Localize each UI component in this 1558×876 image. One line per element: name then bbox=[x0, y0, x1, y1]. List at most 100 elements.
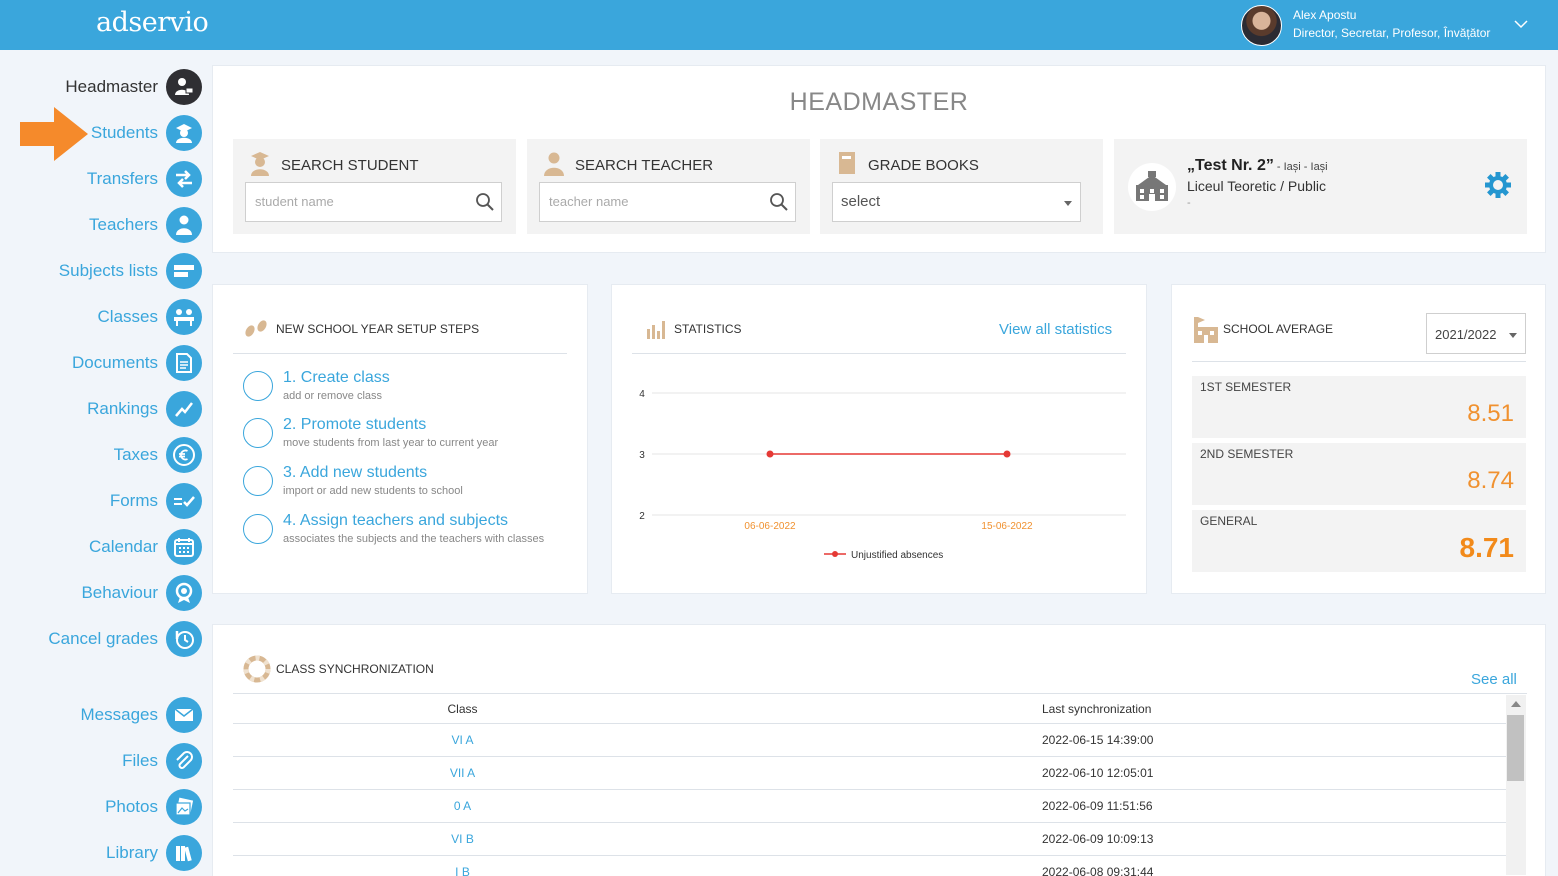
table-row: VII A 2022-06-10 12:05:01 bbox=[233, 755, 1507, 789]
school-building-icon bbox=[1128, 163, 1176, 211]
user-roles: Director, Secretar, Profesor, Învățător bbox=[1293, 26, 1491, 40]
sidebar-item-photos[interactable]: Photos bbox=[105, 787, 202, 827]
step-description: move students from last year to current … bbox=[283, 437, 499, 449]
view-all-statistics-link[interactable]: View all statistics bbox=[999, 321, 1112, 338]
legend-marker bbox=[832, 551, 838, 557]
last-sync-cell: 2022-06-08 09:31:44 bbox=[692, 854, 1507, 876]
books-icon bbox=[166, 835, 202, 871]
table-header-row: Class Last synchronization bbox=[233, 695, 1507, 723]
caret-down-icon bbox=[1064, 201, 1072, 206]
sidebar-item-taxes[interactable]: Taxes bbox=[114, 435, 202, 475]
school-year-select[interactable]: 2021/2022 bbox=[1426, 313, 1526, 354]
class-link[interactable]: VI A bbox=[451, 733, 473, 747]
table-scrollbar[interactable] bbox=[1506, 695, 1526, 875]
school-location: - Iași - Iași bbox=[1273, 161, 1328, 173]
class-link[interactable]: I B bbox=[455, 865, 470, 876]
step-description: import or add new students to school bbox=[283, 485, 463, 497]
semester-label: 1ST SEMESTER bbox=[1200, 380, 1292, 394]
step-title[interactable]: 3. Add new students bbox=[283, 464, 427, 482]
school-name: „Test Nr. 2” - Iași - Iași bbox=[1187, 157, 1328, 175]
bar-chart-icon bbox=[647, 321, 665, 339]
caret-down-icon bbox=[1509, 333, 1517, 338]
pointer-arrow-icon bbox=[20, 107, 88, 161]
last-sync-cell: 2022-06-09 11:51:56 bbox=[692, 788, 1507, 822]
sidebar-item-calendar[interactable]: Calendar bbox=[89, 527, 202, 567]
sidebar-item-forms[interactable]: Forms bbox=[110, 481, 202, 521]
app-logo[interactable]: adservio bbox=[96, 7, 209, 38]
sidebar-item-rankings[interactable]: Rankings bbox=[87, 389, 202, 429]
sidebar-item-headmaster[interactable]: Headmaster bbox=[65, 67, 202, 107]
headmaster-panel: HEADMASTER SEARCH STUDENT student name S… bbox=[212, 65, 1546, 253]
footsteps-icon bbox=[245, 320, 267, 337]
sidebar: Headmaster Students Transfers Teachers S… bbox=[0, 50, 212, 876]
table-row: I B 2022-06-08 09:31:44 bbox=[233, 854, 1507, 876]
user-name[interactable]: Alex Apostu bbox=[1293, 8, 1356, 22]
avatar[interactable] bbox=[1241, 5, 1282, 46]
chevron-down-icon[interactable] bbox=[1513, 16, 1529, 32]
list-icon bbox=[166, 253, 202, 289]
search-teacher-box: SEARCH TEACHER teacher name bbox=[527, 139, 810, 234]
sidebar-item-students[interactable]: Students bbox=[91, 113, 202, 153]
divider bbox=[233, 693, 1527, 694]
last-sync-cell: 2022-06-09 10:09:13 bbox=[692, 821, 1507, 855]
class-sync-title: CLASS SYNCHRONIZATION bbox=[276, 662, 434, 676]
step-title[interactable]: 1. Create class bbox=[283, 369, 390, 387]
sidebar-item-label: Headmaster bbox=[65, 77, 158, 96]
search-icon[interactable] bbox=[475, 192, 495, 212]
school-year-value: 2021/2022 bbox=[1435, 327, 1497, 342]
semester-average-row: 1ST SEMESTER 8.51 bbox=[1192, 376, 1526, 438]
sidebar-item-library[interactable]: Library bbox=[106, 833, 202, 873]
sidebar-item-label: Classes bbox=[97, 307, 158, 326]
sidebar-item-subjects-lists[interactable]: Subjects lists bbox=[59, 251, 202, 291]
school-name-text: „Test Nr. 2” bbox=[1187, 157, 1274, 174]
school-building-icon bbox=[1194, 317, 1218, 343]
sidebar-item-transfers[interactable]: Transfers bbox=[87, 159, 202, 199]
class-link[interactable]: 0 A bbox=[454, 799, 471, 813]
statistics-title: STATISTICS bbox=[674, 322, 742, 336]
sidebar-item-label: Files bbox=[122, 751, 158, 770]
column-header-class: Class bbox=[447, 701, 478, 716]
step-circle-icon[interactable] bbox=[243, 418, 273, 448]
step-circle-icon[interactable] bbox=[243, 514, 273, 544]
class-link[interactable]: VI B bbox=[451, 832, 474, 846]
step-title[interactable]: 4. Assign teachers and subjects bbox=[283, 512, 508, 530]
sidebar-item-files[interactable]: Files bbox=[122, 741, 202, 781]
divider bbox=[632, 353, 1126, 354]
search-icon[interactable] bbox=[769, 192, 789, 212]
student-icon bbox=[251, 152, 269, 176]
sidebar-item-behaviour[interactable]: Behaviour bbox=[81, 573, 202, 613]
step-circle-icon[interactable] bbox=[243, 371, 273, 401]
sidebar-item-label: Forms bbox=[109, 491, 158, 510]
calendar-icon bbox=[166, 529, 202, 565]
sidebar-item-classes[interactable]: Classes bbox=[98, 297, 202, 337]
sidebar-item-documents[interactable]: Documents bbox=[72, 343, 202, 383]
table-row: VI A 2022-06-15 14:39:00 bbox=[233, 722, 1507, 756]
setup-title: NEW SCHOOL YEAR SETUP STEPS bbox=[276, 322, 480, 336]
teacher-search-placeholder: teacher name bbox=[549, 194, 629, 209]
envelope-icon bbox=[166, 697, 202, 733]
general-label: GENERAL bbox=[1200, 514, 1258, 528]
divider bbox=[233, 353, 567, 354]
scroll-up-icon[interactable] bbox=[1511, 701, 1521, 707]
class-link[interactable]: VII A bbox=[450, 766, 475, 780]
sidebar-item-label: Calendar bbox=[89, 537, 158, 556]
search-teacher-title: SEARCH TEACHER bbox=[575, 157, 714, 174]
class-sync-panel: CLASS SYNCHRONIZATION See all Class Last… bbox=[212, 624, 1546, 876]
x-tick-label: 15-06-2022 bbox=[981, 521, 1033, 532]
trend-icon bbox=[166, 391, 202, 427]
student-search-input[interactable]: student name bbox=[245, 182, 502, 222]
teacher-search-input[interactable]: teacher name bbox=[539, 182, 796, 222]
step-circle-icon[interactable] bbox=[243, 466, 273, 496]
see-all-link[interactable]: See all bbox=[1471, 671, 1517, 688]
sidebar-item-messages[interactable]: Messages bbox=[81, 695, 202, 735]
class-sync-table: Class Last synchronization VI A 2022-06-… bbox=[233, 695, 1507, 876]
sidebar-item-cancel-grades[interactable]: Cancel grades bbox=[48, 619, 202, 659]
scrollbar-thumb[interactable] bbox=[1507, 715, 1524, 781]
data-point bbox=[1003, 450, 1011, 458]
step-title[interactable]: 2. Promote students bbox=[283, 416, 426, 434]
grade-books-select[interactable]: select bbox=[832, 182, 1081, 222]
divider bbox=[1192, 361, 1526, 362]
gear-icon[interactable] bbox=[1483, 170, 1513, 200]
sidebar-item-teachers[interactable]: Teachers bbox=[89, 205, 202, 245]
x-tick-label: 06-06-2022 bbox=[744, 521, 796, 532]
